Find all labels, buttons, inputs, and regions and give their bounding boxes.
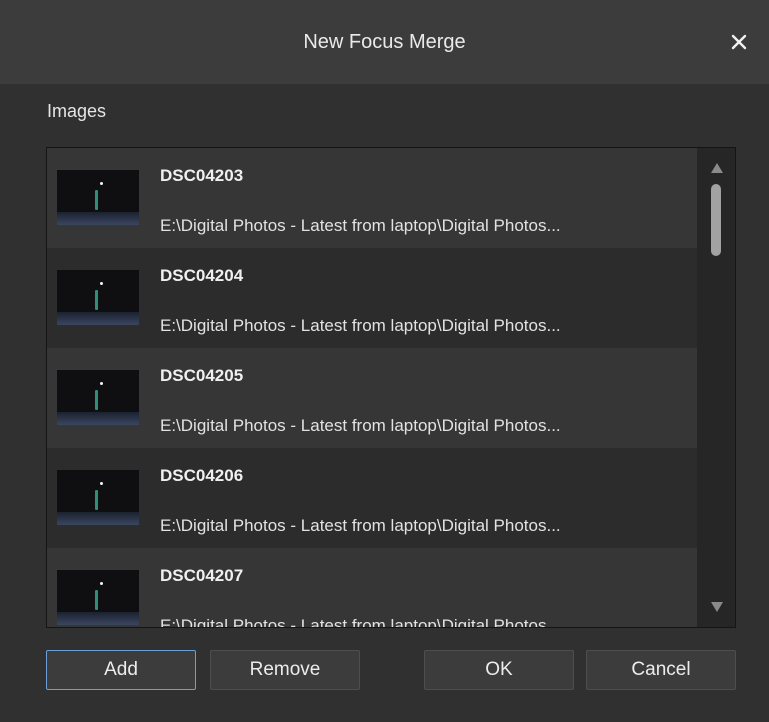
- scroll-thumb[interactable]: [711, 184, 721, 256]
- item-path: E:\Digital Photos - Latest from laptop\D…: [160, 316, 561, 335]
- focus-merge-dialog: New Focus Merge Images DSC04203 E:\Digit…: [0, 0, 769, 722]
- list-item[interactable]: DSC04204 E:\Digital Photos - Latest from…: [47, 248, 697, 348]
- image-thumbnail: [57, 570, 139, 625]
- images-list-items: DSC04203 E:\Digital Photos - Latest from…: [47, 148, 697, 627]
- scroll-down-button[interactable]: [709, 599, 725, 615]
- list-item[interactable]: DSC04206 E:\Digital Photos - Latest from…: [47, 448, 697, 548]
- item-path: E:\Digital Photos - Latest from laptop\D…: [160, 516, 561, 535]
- title-bar: New Focus Merge: [0, 0, 769, 84]
- close-icon: [731, 34, 747, 50]
- list-item[interactable]: DSC04207 E:\Digital Photos - Latest from…: [47, 548, 697, 627]
- list-scrollbar[interactable]: [699, 148, 735, 627]
- image-thumbnail: [57, 270, 139, 325]
- scroll-up-button[interactable]: [709, 160, 725, 176]
- list-item[interactable]: DSC04203 E:\Digital Photos - Latest from…: [47, 148, 697, 248]
- remove-button[interactable]: Remove: [210, 650, 360, 690]
- ok-button[interactable]: OK: [424, 650, 574, 690]
- item-path: E:\Digital Photos - Latest from laptop\D…: [160, 616, 561, 627]
- item-name: DSC04203: [160, 166, 244, 185]
- image-thumbnail: [57, 370, 139, 425]
- dialog-title: New Focus Merge: [303, 31, 466, 53]
- add-button[interactable]: Add: [46, 650, 196, 690]
- item-path: E:\Digital Photos - Latest from laptop\D…: [160, 216, 561, 235]
- item-path: E:\Digital Photos - Latest from laptop\D…: [160, 416, 561, 435]
- item-name: DSC04206: [160, 466, 244, 485]
- list-item[interactable]: DSC04205 E:\Digital Photos - Latest from…: [47, 348, 697, 448]
- close-button[interactable]: [723, 26, 755, 58]
- image-thumbnail: [57, 170, 139, 225]
- image-thumbnail: [57, 470, 139, 525]
- triangle-up-icon: [711, 163, 723, 173]
- item-name: DSC04207: [160, 566, 244, 585]
- triangle-down-icon: [711, 602, 723, 612]
- cancel-button[interactable]: Cancel: [586, 650, 736, 690]
- item-name: DSC04204: [160, 266, 244, 285]
- images-list[interactable]: DSC04203 E:\Digital Photos - Latest from…: [46, 147, 736, 628]
- images-label: Images: [47, 101, 107, 121]
- item-name: DSC04205: [160, 366, 244, 385]
